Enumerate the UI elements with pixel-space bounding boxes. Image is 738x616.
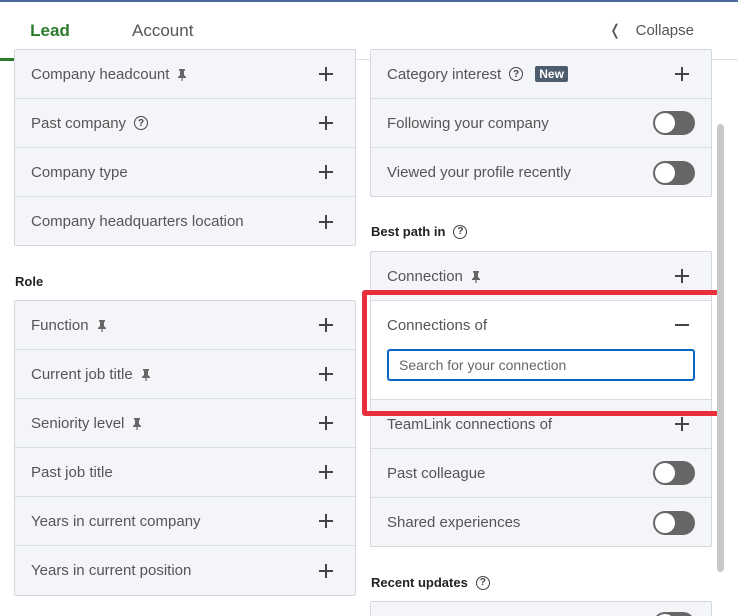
role-filter-group: Function Current job title Seniority lev… xyxy=(14,300,356,596)
filter-current-job-title[interactable]: Current job title xyxy=(15,350,355,399)
pin-icon xyxy=(133,418,142,430)
pin-icon xyxy=(141,369,150,381)
filter-label: Function xyxy=(31,316,89,334)
filter-label: Category interest xyxy=(387,65,502,83)
pin-icon xyxy=(178,69,187,81)
pin-icon xyxy=(97,320,106,332)
add-icon[interactable] xyxy=(319,214,333,229)
add-icon[interactable] xyxy=(675,269,689,283)
section-title-label: Best path in xyxy=(371,224,446,239)
filter-label: Company headquarters location xyxy=(31,213,244,230)
section-title-best-path: Best path in ? xyxy=(371,224,468,239)
company-filter-group: Company headcount Past company ? Company… xyxy=(14,49,356,246)
best-path-filter-group: Connection Connections of TeamLink conne… xyxy=(370,251,712,547)
filter-years-in-current-company[interactable]: Years in current company xyxy=(15,497,355,546)
filter-past-job-title[interactable]: Past job title xyxy=(15,448,355,497)
scrollbar-thumb[interactable] xyxy=(717,124,724,572)
filter-function[interactable]: Function xyxy=(15,301,355,350)
following-toggle[interactable] xyxy=(653,111,695,135)
filter-connections-of-expanded[interactable]: Connections of xyxy=(371,301,711,400)
filter-label: Following your company xyxy=(387,114,549,132)
filter-years-in-current-position[interactable]: Years in current position xyxy=(15,546,355,595)
filter-past-company[interactable]: Past company ? xyxy=(15,99,355,148)
toggle-knob xyxy=(655,512,675,533)
help-icon[interactable]: ? xyxy=(453,224,468,239)
filter-company-type[interactable]: Company type xyxy=(15,148,355,197)
filter-label: Current job title xyxy=(31,365,133,383)
help-icon[interactable]: ? xyxy=(509,67,524,81)
help-icon[interactable]: ? xyxy=(134,116,149,130)
section-title-label: Recent updates xyxy=(371,575,468,590)
filter-label: Connections of xyxy=(387,317,488,334)
filter-label: Shared experiences xyxy=(387,514,521,531)
add-icon[interactable] xyxy=(675,417,689,431)
filter-label: Company type xyxy=(31,163,128,181)
filter-label: Years in current company xyxy=(31,512,201,530)
filter-connection[interactable]: Connection xyxy=(371,252,711,301)
new-badge: New xyxy=(535,66,568,82)
filter-company-hq-location[interactable]: Company headquarters location xyxy=(15,197,355,246)
past-colleague-toggle[interactable] xyxy=(653,461,695,485)
pin-icon xyxy=(471,271,480,283)
filter-past-colleague[interactable]: Past colleague xyxy=(371,449,711,498)
toggle-knob xyxy=(655,463,675,483)
recent-updates-toggle[interactable] xyxy=(653,612,695,616)
viewed-profile-toggle[interactable] xyxy=(653,160,695,185)
filter-label: Company headcount xyxy=(31,65,170,83)
add-icon[interactable] xyxy=(319,514,333,528)
add-icon[interactable] xyxy=(319,465,333,479)
filter-category-interest[interactable]: Category interest ? New xyxy=(371,50,711,99)
filter-label: Years in current position xyxy=(31,562,192,579)
chevron-left-icon: ❬ xyxy=(608,22,622,39)
toggle-knob xyxy=(655,162,675,183)
filter-following-your-company[interactable]: Following your company xyxy=(371,99,711,148)
add-icon[interactable] xyxy=(319,563,333,578)
add-icon[interactable] xyxy=(319,416,333,430)
filter-seniority-level[interactable]: Seniority level xyxy=(15,399,355,448)
filter-label: Past company xyxy=(31,114,127,132)
add-icon[interactable] xyxy=(319,318,333,332)
filter-company-headcount[interactable]: Company headcount xyxy=(15,50,355,99)
collapse-label: Collapse xyxy=(635,22,694,39)
section-title-recent-updates: Recent updates ? xyxy=(371,575,490,590)
section-title-role: Role xyxy=(15,274,44,289)
collapse-icon[interactable] xyxy=(675,324,689,326)
filter-label: Seniority level xyxy=(31,414,125,432)
add-icon[interactable] xyxy=(319,367,333,381)
toggle-knob xyxy=(655,113,675,133)
filter-viewed-profile[interactable]: Viewed your profile recently xyxy=(371,148,711,197)
add-icon[interactable] xyxy=(675,67,689,81)
connection-search-input[interactable] xyxy=(387,349,695,381)
filter-teamlink-connections[interactable]: TeamLink connections of xyxy=(371,400,711,449)
shared-experiences-toggle[interactable] xyxy=(653,510,695,535)
add-icon[interactable] xyxy=(319,165,333,179)
filter-label: Connection xyxy=(387,267,463,285)
filter-label: Past job title xyxy=(31,463,113,481)
filter-label: Past colleague xyxy=(387,464,486,482)
recent-updates-filter-group xyxy=(370,601,712,616)
add-icon[interactable] xyxy=(319,116,333,130)
help-icon[interactable]: ? xyxy=(475,575,490,590)
tab-lead-label: Lead xyxy=(30,21,70,40)
filter-shared-experiences[interactable]: Shared experiences xyxy=(371,498,711,547)
buyer-intent-filter-group: Category interest ? New Following your c… xyxy=(370,49,712,197)
filter-label: TeamLink connections of xyxy=(387,415,553,433)
add-icon[interactable] xyxy=(319,67,333,81)
filter-label: Viewed your profile recently xyxy=(387,164,571,181)
